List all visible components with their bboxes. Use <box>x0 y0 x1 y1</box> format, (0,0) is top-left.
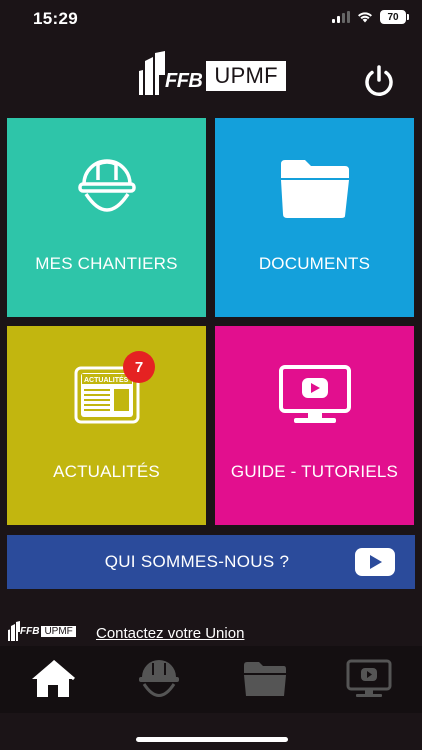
folder-icon <box>244 662 286 696</box>
tile-mes-chantiers[interactable]: MES CHANTIERS <box>7 118 206 317</box>
tab-documents[interactable] <box>240 656 290 702</box>
qui-sommes-nous-label: QUI SOMMES-NOUS ? <box>104 552 290 571</box>
helmet-icon <box>77 159 136 212</box>
video-monitor-icon <box>346 659 392 697</box>
tile-actualites[interactable]: ACTUALITÉS 7 ACTUALITÉS <box>7 326 206 525</box>
upmf-text: UPMF <box>206 61 286 91</box>
ffb-upmf-logo: FFB UPMF <box>139 49 286 95</box>
power-button[interactable] <box>361 63 397 99</box>
power-icon <box>365 65 393 96</box>
battery-icon: 70 <box>380 10 409 24</box>
notification-badge: 7 <box>123 351 155 383</box>
video-monitor-icon <box>278 365 351 423</box>
folder-icon <box>280 160 349 218</box>
tab-home[interactable] <box>28 656 78 702</box>
tile-label: GUIDE - TUTORIELS <box>230 462 399 481</box>
wifi-icon <box>358 12 372 23</box>
tile-label: ACTUALITÉS <box>53 462 160 481</box>
ffb-logo: FFB <box>139 49 203 95</box>
cellular-signal-icon <box>332 11 350 23</box>
tab-tutoriels[interactable] <box>344 656 394 702</box>
tile-guide-tutoriels[interactable]: GUIDE - TUTORIELS <box>215 326 414 525</box>
ffb-text: FFB <box>165 70 203 92</box>
status-icons: 70 <box>332 10 409 24</box>
footer-upmf-text: UPMF <box>41 625 76 637</box>
status-bar: 15:29 70 <box>0 0 422 40</box>
helmet-icon <box>139 660 179 697</box>
play-icon <box>355 548 395 576</box>
tile-documents[interactable]: DOCUMENTS <box>215 118 414 317</box>
tile-label: DOCUMENTS <box>258 254 371 273</box>
newspaper-title: ACTUALITÉS <box>84 375 129 384</box>
home-icon <box>32 659 75 697</box>
tab-chantiers[interactable] <box>134 656 184 702</box>
tab-bar <box>0 646 422 713</box>
qui-sommes-nous-button[interactable]: QUI SOMMES-NOUS ? <box>7 535 415 589</box>
footer-ffb-upmf-logo: FFB UPMF <box>8 620 76 642</box>
home-indicator <box>136 737 288 742</box>
contact-union-link[interactable]: Contactez votre Union <box>96 625 244 642</box>
tile-label: MES CHANTIERS <box>35 254 178 273</box>
status-time: 15:29 <box>33 9 78 28</box>
footer-ffb-text: FFB <box>20 625 40 637</box>
